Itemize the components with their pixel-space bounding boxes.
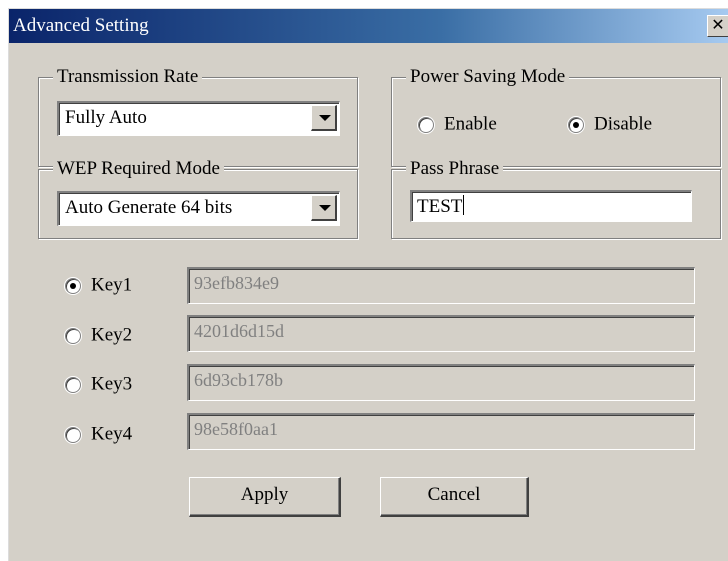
text-caret — [463, 195, 465, 215]
key4-label: Key4 — [91, 423, 133, 445]
apply-button[interactable]: Apply — [189, 477, 341, 517]
radio-button-icon — [65, 376, 81, 393]
transmission-rate-label: Transmission Rate — [53, 65, 203, 89]
radio-button-icon — [65, 327, 81, 344]
cancel-button[interactable]: Cancel — [380, 477, 529, 517]
disable-label: Disable — [594, 113, 653, 135]
advanced-setting-dialog: Advanced Setting ✕ Transmission Rate Ful… — [8, 8, 728, 561]
pass-phrase-value: TEST — [417, 195, 465, 218]
close-icon: ✕ — [711, 15, 725, 34]
key1-radio[interactable]: Key1 — [65, 274, 132, 297]
key1-value: 93efb834e9 — [194, 273, 279, 293]
wep-mode-select[interactable]: Auto Generate 64 bits — [57, 191, 340, 226]
title-bar[interactable]: Advanced Setting ✕ — [9, 9, 728, 43]
transmission-rate-value: Fully Auto — [65, 107, 147, 128]
key4-radio[interactable]: Key4 — [65, 423, 132, 446]
chevron-down-icon[interactable] — [311, 105, 337, 131]
radio-button-selected-icon — [568, 116, 584, 133]
wep-mode-label: WEP Required Mode — [53, 157, 224, 181]
enable-label: Enable — [444, 113, 497, 135]
radio-button-selected-icon — [65, 277, 81, 294]
pass-phrase-input[interactable]: TEST — [410, 190, 692, 222]
key2-label: Key2 — [91, 324, 133, 346]
radio-button-icon — [65, 426, 81, 443]
power-saving-enable-radio[interactable]: Enable — [418, 113, 497, 136]
power-saving-disable-radio[interactable]: Disable — [568, 113, 652, 136]
power-saving-label: Power Saving Mode — [406, 65, 570, 89]
power-saving-group: Power Saving Mode Enable Disable — [391, 65, 721, 167]
wep-mode-value: Auto Generate 64 bits — [65, 197, 233, 218]
radio-button-icon — [418, 116, 434, 133]
pass-phrase-text: TEST — [417, 196, 463, 217]
key3-radio[interactable]: Key3 — [65, 373, 132, 396]
key2-field[interactable]: 4201d6d15d — [187, 315, 695, 352]
wep-mode-group: WEP Required Mode Auto Generate 64 bits — [38, 157, 358, 239]
transmission-rate-select[interactable]: Fully Auto — [57, 101, 340, 136]
key2-value: 4201d6d15d — [194, 321, 284, 341]
key3-value: 6d93cb178b — [194, 370, 283, 390]
key3-field[interactable]: 6d93cb178b — [187, 364, 695, 401]
key2-radio[interactable]: Key2 — [65, 324, 132, 347]
transmission-rate-group: Transmission Rate Fully Auto — [38, 65, 358, 167]
key4-value: 98e58f0aa1 — [194, 419, 278, 439]
chevron-down-icon[interactable] — [311, 195, 337, 221]
key1-label: Key1 — [91, 274, 133, 296]
key3-label: Key3 — [91, 373, 133, 395]
key4-field[interactable]: 98e58f0aa1 — [187, 413, 695, 450]
pass-phrase-group: Pass Phrase TEST — [391, 157, 721, 239]
window-title: Advanced Setting — [13, 15, 149, 36]
close-button[interactable]: ✕ — [707, 15, 728, 37]
pass-phrase-label: Pass Phrase — [406, 157, 504, 181]
key1-field[interactable]: 93efb834e9 — [187, 267, 695, 304]
